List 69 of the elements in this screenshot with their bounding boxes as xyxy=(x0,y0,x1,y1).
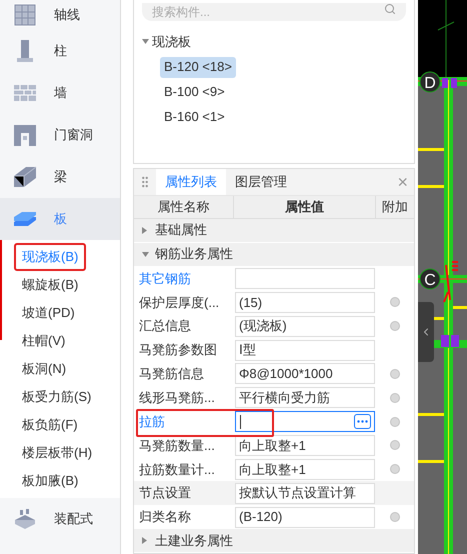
value-field[interactable]: (B-120) xyxy=(235,506,375,528)
ellipsis-icon xyxy=(357,420,368,424)
group-label: 基础属性 xyxy=(155,221,207,240)
category-item[interactable]: 轴线 xyxy=(0,0,120,30)
attach-radio[interactable] xyxy=(390,392,400,403)
property-name: 马凳筋数量... xyxy=(139,436,215,455)
cad-drawing[interactable]: D C xyxy=(418,0,467,554)
property-name: 马凳筋信息 xyxy=(139,365,204,384)
subcategory-item[interactable]: 板加腋(B) xyxy=(14,467,86,495)
value-field[interactable] xyxy=(235,268,375,289)
subcategory-item[interactable]: 板洞(N) xyxy=(14,355,74,383)
subcategory-item[interactable]: 螺旋板(B) xyxy=(14,271,86,299)
category-item[interactable]: 墙 xyxy=(0,72,120,114)
property-name: 拉筋 xyxy=(139,412,165,431)
property-name: 拉筋数量计... xyxy=(139,460,215,479)
tree-item[interactable]: B-160 <1> xyxy=(160,106,229,128)
category-item[interactable]: 柱 xyxy=(0,30,120,72)
subcategory-item[interactable]: 柱帽(V) xyxy=(14,327,74,355)
value-field[interactable]: 向上取整+1 xyxy=(235,458,375,480)
subcategory-item[interactable]: 板受力筋(S) xyxy=(14,383,100,411)
property-name: 马凳筋参数图 xyxy=(139,341,217,360)
panel-tab[interactable]: 属性列表 xyxy=(156,169,226,195)
property-name: 线形马凳筋... xyxy=(139,389,215,408)
beam-icon xyxy=(12,164,38,190)
group-label: 钢筋业务属性 xyxy=(155,245,233,264)
value-field[interactable]: 按默认节点设置计算 xyxy=(235,482,375,504)
door-opening-icon xyxy=(12,122,38,148)
search-field[interactable]: 搜索构件... xyxy=(142,3,406,21)
collapse-panel-button[interactable] xyxy=(418,302,434,362)
value-field[interactable]: Ⅰ型 xyxy=(235,340,375,361)
attach-radio[interactable] xyxy=(390,297,400,308)
column-header: 属性值 xyxy=(234,196,376,218)
prefab-icon xyxy=(12,506,38,532)
attach-radio[interactable] xyxy=(390,440,400,450)
attach-radio[interactable] xyxy=(390,321,400,332)
property-name: 节点设置 xyxy=(139,484,191,502)
panel-tab[interactable]: 图层管理 xyxy=(226,169,296,195)
collapse-caret-icon[interactable] xyxy=(142,252,150,257)
property-name: 归类名称 xyxy=(139,508,191,526)
attach-radio[interactable] xyxy=(390,464,400,474)
subcategory-item[interactable]: 坡道(PD) xyxy=(14,299,83,327)
category-item[interactable]: 梁 xyxy=(0,156,120,198)
subcategory-item[interactable]: 现浇板(B) xyxy=(14,243,86,271)
subcategory-item[interactable]: 楼层板带(H) xyxy=(14,439,100,467)
attach-radio[interactable] xyxy=(390,416,400,427)
value-field[interactable]: Φ8@1000*1000 xyxy=(235,363,375,384)
value-field[interactable]: 平行横向受力筋 xyxy=(235,387,375,408)
category-item[interactable]: 装配式 xyxy=(0,498,120,540)
more-button[interactable] xyxy=(354,414,371,430)
column-header: 属性名称 xyxy=(134,196,234,218)
property-name: 保护层厚度(... xyxy=(139,294,220,312)
value-field[interactable]: (现浇板) xyxy=(235,316,375,337)
value-input[interactable] xyxy=(235,411,375,432)
tree-node[interactable]: 现浇板 xyxy=(152,32,191,52)
attach-radio[interactable] xyxy=(390,368,400,379)
group-label: 土建业务属性 xyxy=(155,532,233,550)
value-field[interactable]: (15) xyxy=(235,292,375,313)
subcategory-item[interactable]: 板负筋(F) xyxy=(14,411,86,439)
property-name: 汇总信息 xyxy=(139,317,191,336)
value-field[interactable]: 向上取整+1 xyxy=(235,434,375,456)
tree-item[interactable]: B-120 <18> xyxy=(160,56,236,78)
search-icon[interactable] xyxy=(384,3,396,15)
property-name: 其它钢筋 xyxy=(139,270,191,288)
grid-icon xyxy=(12,2,38,28)
collapse-caret-icon[interactable] xyxy=(142,39,149,44)
attach-radio[interactable] xyxy=(390,512,400,522)
tree-item[interactable]: B-100 <9> xyxy=(160,82,229,102)
column-header: 附加 xyxy=(381,198,409,216)
category-item[interactable]: 门窗洞 xyxy=(0,114,120,156)
